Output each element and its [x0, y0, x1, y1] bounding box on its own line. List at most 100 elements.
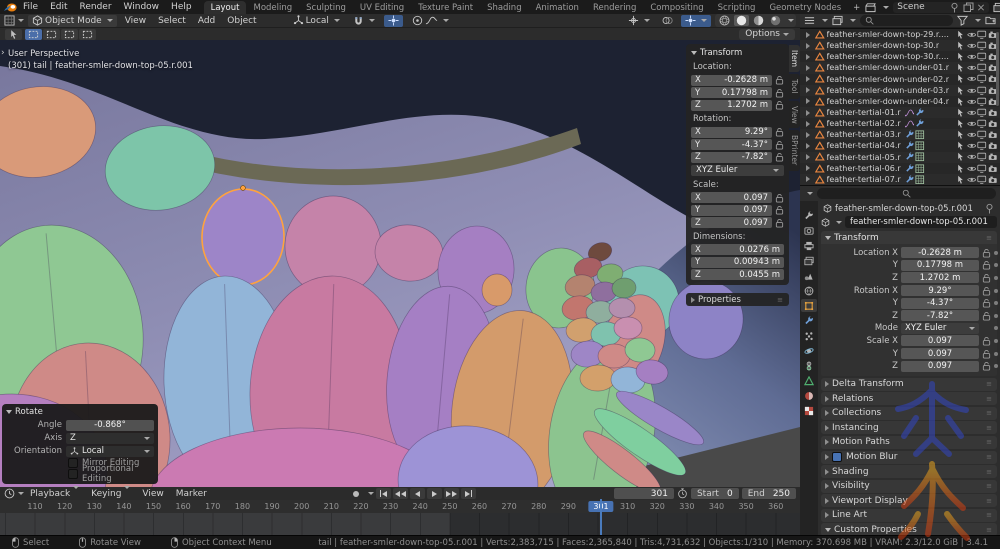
outliner-item[interactable]: feather-tertial-02.r	[800, 118, 1000, 129]
feather[interactable]	[614, 317, 642, 339]
shading-wireframe-button[interactable]	[717, 15, 732, 26]
hide-toggle-icon[interactable]	[967, 86, 977, 96]
view-layer-browse-icon[interactable]	[993, 2, 1000, 13]
lock-icon[interactable]	[775, 193, 784, 203]
select-lasso-tool-button[interactable]	[61, 29, 78, 40]
filter-type-icon[interactable]	[832, 15, 843, 26]
hide-toggle-icon[interactable]	[967, 63, 977, 73]
value-slider-locationy[interactable]: Y0.17798 m	[691, 87, 772, 98]
hide-toggle-icon[interactable]	[967, 141, 977, 151]
viewport-disable-toggle-icon[interactable]	[977, 175, 987, 185]
outliner-item[interactable]: feather-smler-down-under-04.r	[800, 96, 1000, 107]
lock-icon[interactable]	[775, 100, 784, 110]
timeline-ruler[interactable]: 301 110120130140150160170180190200210220…	[0, 500, 800, 513]
angle-field[interactable]: -0.868°	[66, 420, 154, 431]
lock-icon[interactable]	[775, 218, 784, 228]
outliner-scrollbar[interactable]	[996, 32, 999, 106]
timeline-menu-playback[interactable]: Playback	[24, 489, 85, 499]
chevron-down-icon[interactable]	[836, 221, 842, 224]
value-slider-locationx[interactable]: X-0.2628 m	[691, 75, 772, 86]
display-mode-icon[interactable]	[804, 15, 815, 26]
menu-window[interactable]: Window	[118, 2, 166, 12]
expand-arrow-icon[interactable]	[806, 110, 810, 116]
snap-toggle[interactable]	[349, 15, 379, 27]
lock-icon[interactable]	[775, 140, 784, 150]
copy-icon[interactable]	[963, 2, 974, 13]
mode-dropdown[interactable]: Object Mode	[28, 15, 117, 27]
workspace-tab-texture-paint[interactable]: Texture Paint	[411, 1, 480, 14]
lock-icon[interactable]	[982, 298, 991, 308]
select-circle-tool-button[interactable]	[43, 29, 60, 40]
workspace-tab-modeling[interactable]: Modeling	[246, 1, 299, 14]
properties-search-input[interactable]	[817, 188, 996, 199]
expand-arrow-icon[interactable]	[806, 76, 810, 82]
chevron-down-icon[interactable]	[807, 192, 813, 195]
value-slider-locationz[interactable]: Z1.2702 m	[691, 100, 772, 111]
properties-tab-world[interactable]	[801, 284, 817, 297]
expand-arrow-icon[interactable]	[806, 32, 810, 38]
viewport-disable-toggle-icon[interactable]	[977, 141, 987, 151]
viewport-menu-add[interactable]: Add	[192, 16, 221, 26]
viewport-menu-object[interactable]: Object	[221, 16, 262, 26]
viewport-disable-toggle-icon[interactable]	[977, 86, 987, 96]
animate-dot[interactable]	[994, 326, 998, 330]
cursor-tool-button[interactable]	[79, 29, 96, 40]
proportional-editing-checkbox[interactable]	[68, 469, 78, 479]
scene-browse-icon[interactable]	[865, 2, 876, 13]
viewport-disable-toggle-icon[interactable]	[977, 108, 987, 118]
value-slider[interactable]: 0.097	[901, 361, 979, 372]
hide-toggle-icon[interactable]	[967, 152, 977, 162]
outliner-search-input[interactable]	[860, 15, 953, 26]
render-disable-toggle-icon[interactable]	[988, 152, 998, 162]
workspace-tab-scripting[interactable]: Scripting	[711, 1, 763, 14]
animate-dot[interactable]	[994, 251, 998, 255]
lock-icon[interactable]	[982, 349, 991, 359]
menu-help[interactable]: Help	[165, 2, 198, 12]
lock-icon[interactable]	[775, 88, 784, 98]
animate-dot[interactable]	[994, 289, 998, 293]
value-slider-rotationz[interactable]: Z-7.82°	[691, 152, 772, 163]
hide-toggle-icon[interactable]	[967, 74, 977, 84]
outliner-item[interactable]: feather-smler-down-top-30.r	[800, 40, 1000, 51]
section-collections[interactable]: Collections≡	[821, 407, 997, 420]
viewport-disable-toggle-icon[interactable]	[977, 119, 987, 129]
sidebar-tab-tool[interactable]: Tool	[789, 74, 800, 99]
hide-toggle-icon[interactable]	[967, 97, 977, 107]
viewport-disable-toggle-icon[interactable]	[977, 74, 987, 84]
value-slider-rotationy[interactable]: Y-4.37°	[691, 139, 772, 150]
outliner-item[interactable]: feather-tertial-03.r	[800, 129, 1000, 140]
feather[interactable]	[482, 274, 512, 306]
play-button[interactable]	[427, 488, 442, 499]
render-disable-toggle-icon[interactable]	[988, 175, 998, 185]
hide-toggle-icon[interactable]	[967, 119, 977, 129]
expand-arrow-icon[interactable]	[806, 154, 810, 160]
render-disable-toggle-icon[interactable]	[988, 164, 998, 174]
properties-tab-texture[interactable]	[801, 404, 817, 417]
selectable-toggle-icon[interactable]	[956, 164, 966, 174]
orientation-dropdown[interactable]: Local	[289, 15, 344, 27]
properties-tab-render[interactable]	[801, 224, 817, 237]
value-slider-dimensionsz[interactable]: Z0.0455 m	[691, 269, 784, 280]
lock-icon[interactable]	[775, 75, 784, 85]
lock-icon[interactable]	[775, 152, 784, 162]
value-slider[interactable]: 9.29°	[901, 285, 979, 296]
hide-toggle-icon[interactable]	[967, 130, 977, 140]
selectable-toggle-icon[interactable]	[956, 41, 966, 51]
render-disable-toggle-icon[interactable]	[988, 119, 998, 129]
selectable-toggle-icon[interactable]	[956, 86, 966, 96]
current-frame-field[interactable]: 301	[614, 488, 674, 499]
timeline-menu-view[interactable]: View	[136, 489, 169, 499]
motion-blur-checkbox[interactable]	[832, 452, 842, 462]
section-relations[interactable]: Relations≡	[821, 392, 997, 405]
outliner-item[interactable]: feather-smler-down-under-01.r	[800, 62, 1000, 73]
outliner-item[interactable]: feather-tertial-01.r	[800, 107, 1000, 118]
playhead[interactable]	[600, 499, 602, 535]
animate-dot[interactable]	[994, 314, 998, 318]
selectable-toggle-icon[interactable]	[956, 30, 966, 40]
workspace-tab-sculpting[interactable]: Sculpting	[299, 1, 353, 14]
lock-icon[interactable]	[775, 205, 784, 215]
viewport-menu-view[interactable]: View	[119, 16, 152, 26]
section-shading[interactable]: Shading≡	[821, 465, 997, 478]
lock-icon[interactable]	[775, 127, 784, 137]
expand-arrow-icon[interactable]	[806, 176, 810, 182]
